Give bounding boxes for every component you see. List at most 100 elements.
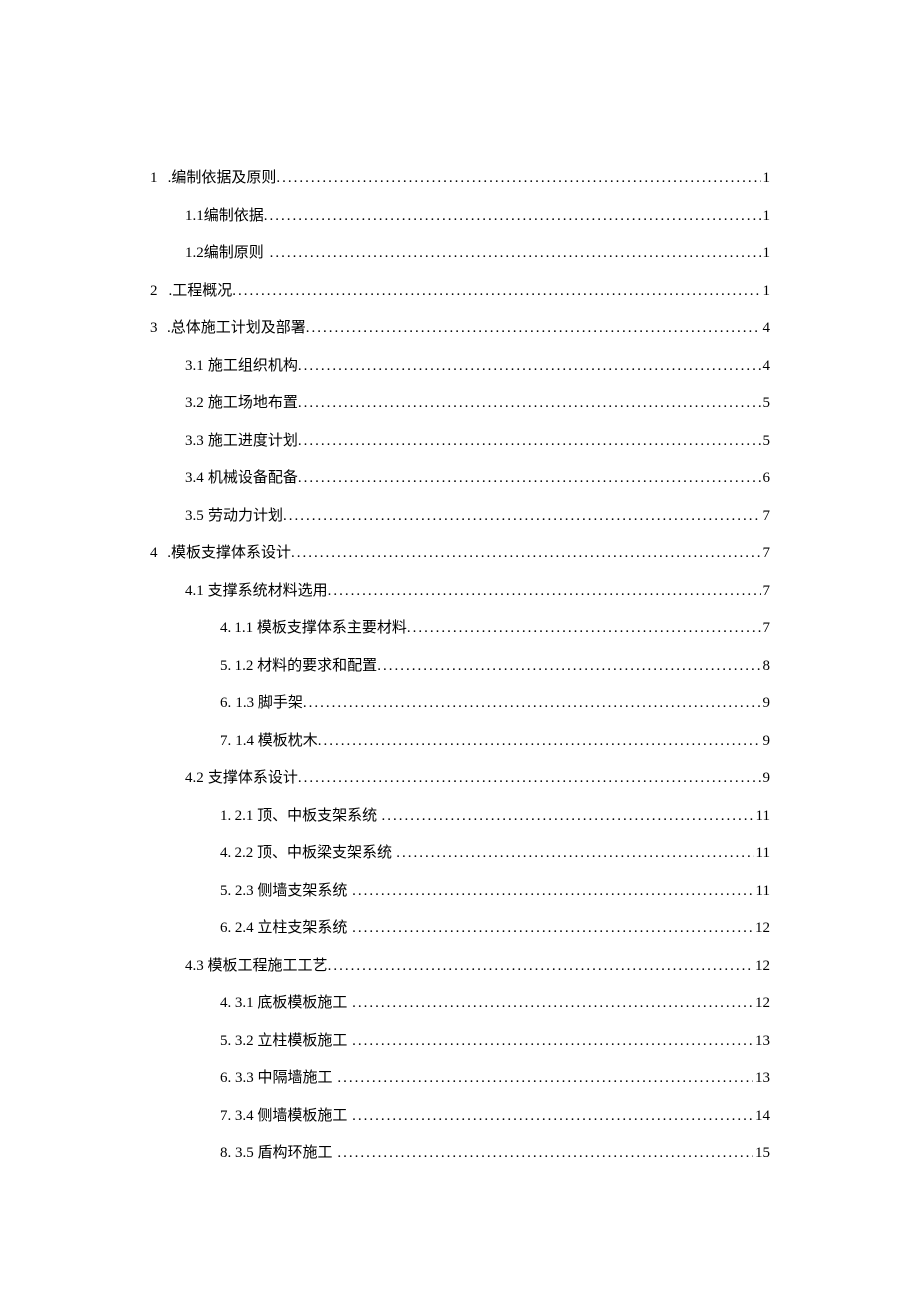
toc-entry-page: 9: [761, 723, 771, 761]
toc-entry-number: 6.: [220, 685, 231, 723]
toc-entry: 4. 1.1 模板支撑体系主要材料 7: [150, 610, 770, 648]
toc-entry: 4. 2.2 顶、中板梁支架系统 11: [150, 835, 770, 873]
toc-entry-page: 7: [761, 498, 771, 536]
toc-entry: 4. 3.1 底板模板施工12: [150, 985, 770, 1023]
toc-entry: 6. 3.3 中隔墙施工13: [150, 1060, 770, 1098]
table-of-contents: 1.编制依据及原则11.1编制依据11.2编制原则12.工程概况13.总体施工计…: [150, 160, 770, 1173]
toc-leader-dots: [352, 1098, 753, 1136]
toc-entry: 3.3 施工进度计划5: [150, 423, 770, 461]
toc-entry-number: 2: [150, 273, 158, 311]
toc-leader-dots: [337, 1135, 753, 1173]
toc-entry-number: 4.: [220, 985, 231, 1023]
toc-leader-dots: [298, 423, 761, 461]
toc-entry-title: 编制依据: [204, 198, 264, 236]
toc-entry-title: .编制依据及原则: [168, 160, 277, 198]
toc-entry-number: 4.2: [185, 760, 204, 798]
toc-entry-page: 8: [761, 648, 771, 686]
toc-entry: 1. 2.1 顶、中板支架系统11: [150, 798, 770, 836]
toc-entry-page: 4: [761, 348, 771, 386]
toc-leader-dots: [298, 348, 761, 386]
toc-entry-page: 7: [761, 535, 771, 573]
toc-entry-page: 11: [754, 835, 770, 873]
toc-entry-number: 4.1: [185, 573, 204, 611]
toc-entry-title: 支撑系统材料选用: [208, 573, 328, 611]
toc-entry-title: 模板工程施工工艺: [208, 948, 328, 986]
toc-leader-dots: [306, 310, 761, 348]
toc-entry: 6. 2.4 立柱支架系统12: [150, 910, 770, 948]
toc-entry-title: 施工场地布置: [208, 385, 298, 423]
toc-entry-page: 13: [753, 1060, 770, 1098]
toc-entry-page: 9: [761, 760, 771, 798]
toc-entry-number: 4.: [220, 610, 231, 648]
toc-entry-title: 机械设备配备: [208, 460, 298, 498]
toc-entry-number: 8.: [220, 1135, 231, 1173]
toc-entry-page: 5: [761, 385, 771, 423]
toc-entry: 4.模板支撑体系设计 7: [150, 535, 770, 573]
toc-entry: 3.5 劳动力计划7: [150, 498, 770, 536]
toc-entry-page: 15: [753, 1135, 770, 1173]
toc-entry-number: 3.5: [185, 498, 204, 536]
toc-entry-page: 7: [761, 610, 771, 648]
toc-leader-dots: [264, 198, 761, 236]
toc-leader-dots: [303, 685, 761, 723]
toc-entry: 7. 3.4 侧墙模板施工14: [150, 1098, 770, 1136]
toc-entry-title: .工程概况: [169, 273, 233, 311]
toc-entry-number: 4.3: [185, 948, 204, 986]
toc-entry-title: 1.1 模板支撑体系主要材料: [234, 610, 407, 648]
toc-entry-title: 编制原则: [204, 235, 264, 273]
toc-entry-page: 1: [761, 273, 771, 311]
toc-entry-number: 6.: [220, 1060, 231, 1098]
toc-entry-title: 施工进度计划: [208, 423, 298, 461]
toc-entry: 4.3 模板工程施工工艺12: [150, 948, 770, 986]
toc-entry-title: 3.4 侧墙模板施工: [235, 1098, 348, 1136]
toc-entry: 6. 1.3 脚手架 9: [150, 685, 770, 723]
toc-leader-dots: [270, 235, 761, 273]
toc-leader-dots: [232, 273, 760, 311]
toc-leader-dots: [377, 648, 760, 686]
page-container: 1.编制依据及原则11.1编制依据11.2编制原则12.工程概况13.总体施工计…: [0, 0, 920, 1273]
toc-entry: 5. 2.3 侧墙支架系统 11: [150, 873, 770, 911]
toc-entry-number: 1.: [220, 798, 231, 836]
toc-entry-page: 12: [753, 985, 770, 1023]
toc-leader-dots: [318, 723, 761, 761]
toc-leader-dots: [291, 535, 760, 573]
toc-entry-number: 4.: [220, 835, 231, 873]
toc-entry-title: 1.4 模板枕木: [235, 723, 318, 761]
toc-entry-number: 7.: [220, 723, 231, 761]
toc-entry-number: 4: [150, 535, 158, 573]
toc-entry-title: 2.4 立柱支架系统: [235, 910, 348, 948]
toc-leader-dots: [352, 910, 753, 948]
toc-leader-dots: [276, 160, 760, 198]
toc-entry-number: 3: [150, 310, 158, 348]
toc-entry-title: 3.5 盾构环施工: [235, 1135, 333, 1173]
toc-entry-page: 1: [761, 160, 771, 198]
toc-leader-dots: [407, 610, 761, 648]
toc-entry-number: 3.3: [185, 423, 204, 461]
toc-entry: 1.2编制原则1: [150, 235, 770, 273]
toc-entry-number: 5.: [220, 873, 231, 911]
toc-entry-title: 1.2 材料的要求和配置: [235, 648, 378, 686]
toc-entry-page: 9: [761, 685, 771, 723]
toc-entry-title: 2.3 侧墙支架系统: [235, 873, 348, 911]
toc-entry-page: 13: [753, 1023, 770, 1061]
toc-entry-title: .总体施工计划及部署: [167, 310, 306, 348]
toc-entry: 1.编制依据及原则1: [150, 160, 770, 198]
toc-entry-page: 7: [761, 573, 771, 611]
toc-entry-page: 11: [754, 798, 770, 836]
toc-entry-title: 3.2 立柱模板施工: [235, 1023, 348, 1061]
toc-entry-page: 11: [754, 873, 770, 911]
toc-entry: 3.1 施工组织机构 4: [150, 348, 770, 386]
toc-entry-title: 施工组织机构: [208, 348, 298, 386]
toc-entry-title: 1.3 脚手架: [235, 685, 303, 723]
toc-entry: 3.总体施工计划及部署4: [150, 310, 770, 348]
toc-leader-dots: [337, 1060, 753, 1098]
toc-entry-number: 3.1: [185, 348, 204, 386]
toc-entry-page: 14: [753, 1098, 770, 1136]
toc-entry: 1.1编制依据1: [150, 198, 770, 236]
toc-entry-number: 1.2: [185, 235, 204, 273]
toc-leader-dots: [328, 948, 753, 986]
toc-entry-title: .模板支撑体系设计: [167, 535, 291, 573]
toc-entry-number: 3.4: [185, 460, 204, 498]
toc-entry-title: 2.2 顶、中板梁支架系统: [234, 835, 392, 873]
toc-entry-title: 支撑体系设计: [208, 760, 298, 798]
